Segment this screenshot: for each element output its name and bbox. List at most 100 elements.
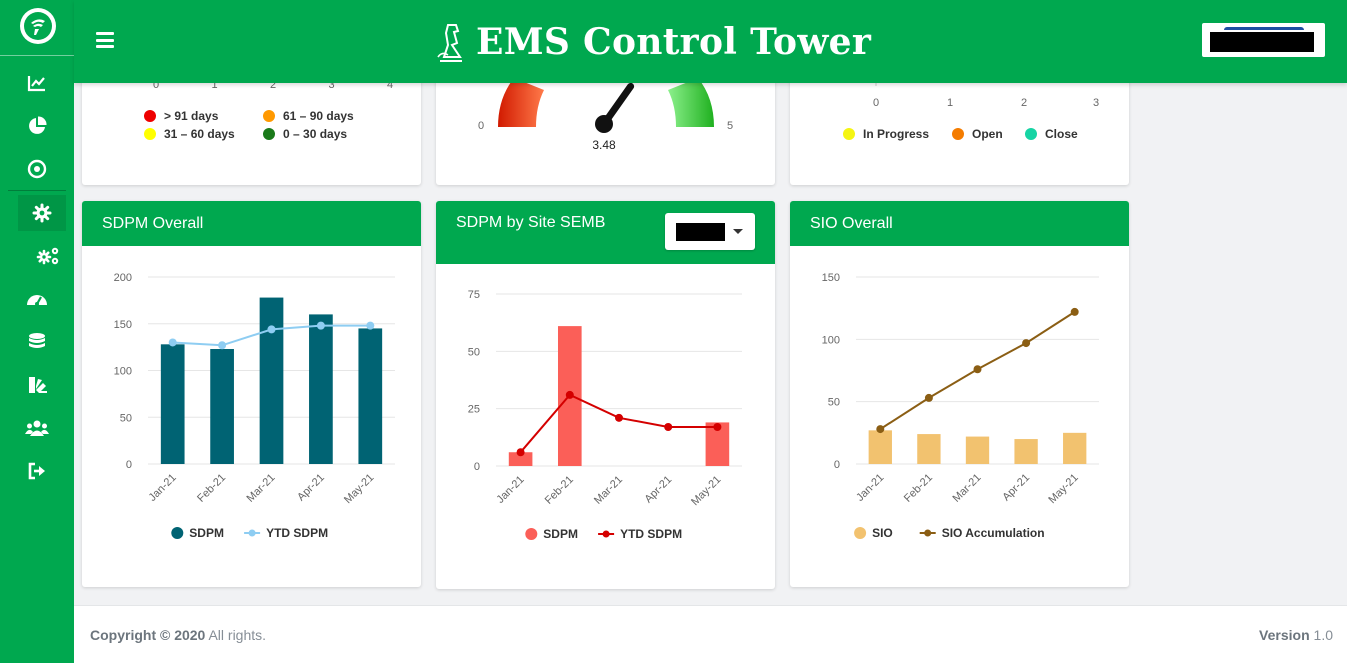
- line-point[interactable]: [615, 413, 623, 422]
- legend-label: YTD SDPM: [266, 526, 328, 540]
- nav-dashboard[interactable]: [13, 281, 61, 317]
- legend-label: Close: [1045, 127, 1078, 141]
- legend-item[interactable]: SIO Accumulation: [919, 526, 1045, 540]
- line-point[interactable]: [218, 341, 227, 350]
- legend-label: > 91 days: [164, 109, 219, 123]
- sdpm-overall-card: SDPM Overall 0 50 100 150 200 Jan-21 Feb-21 Mar…: [82, 201, 421, 587]
- bar[interactable]: [1063, 432, 1087, 464]
- line-point[interactable]: [664, 423, 673, 432]
- app-title: EMS Control Tower: [476, 21, 872, 63]
- axis-tick-label: 0: [873, 97, 879, 109]
- legend-swatch: [854, 527, 867, 539]
- line-point[interactable]: [1022, 339, 1031, 348]
- bar[interactable]: [309, 314, 333, 464]
- bar[interactable]: [1014, 439, 1038, 464]
- app-logo[interactable]: [20, 8, 56, 44]
- hamburger-menu-icon[interactable]: [96, 32, 114, 48]
- line-point[interactable]: [316, 321, 325, 330]
- axis-tick-label: 2: [1021, 97, 1027, 109]
- legend-item[interactable]: SIO: [854, 526, 893, 540]
- line-point[interactable]: [973, 365, 982, 374]
- legend-label: SDPM: [543, 527, 578, 541]
- y-tick-label: 150: [114, 319, 132, 331]
- version-value: 1.0: [1309, 627, 1333, 643]
- legend-swatch: [843, 128, 855, 140]
- legend-item[interactable]: Open: [952, 127, 1003, 141]
- legend-item[interactable]: SDPM: [171, 526, 224, 540]
- nav-database[interactable]: [13, 324, 61, 360]
- line-point[interactable]: [924, 393, 933, 402]
- bar[interactable]: [917, 434, 941, 464]
- line-point[interactable]: [267, 325, 276, 334]
- y-tick-label: 150: [822, 272, 840, 284]
- version-text: Version 1.0: [1259, 627, 1333, 643]
- footer: Copyright © 2020 All rights. Version 1.0: [74, 605, 1347, 663]
- brand: EMS Control Tower: [434, 20, 871, 64]
- chart-legend: SDPM YTD SDPM: [525, 527, 682, 541]
- x-tick-label: May-21: [689, 474, 723, 508]
- card-title: SDPM Overall: [102, 214, 204, 232]
- nav-sign-out[interactable]: [13, 453, 61, 489]
- nav-palette[interactable]: [13, 367, 61, 403]
- legend-swatch: [248, 529, 256, 537]
- bar[interactable]: [210, 348, 234, 464]
- cogs-icon: [36, 247, 59, 265]
- line-point[interactable]: [713, 423, 722, 432]
- bar[interactable]: [160, 344, 185, 464]
- card-header: SDPM Overall: [82, 201, 421, 246]
- x-tick-label: Apr-21: [642, 474, 674, 506]
- bar[interactable]: [259, 297, 284, 464]
- gauge-green-band: [668, 78, 714, 127]
- legend-item[interactable]: YTD SDPM: [244, 526, 328, 540]
- axis-tick-label: 1: [947, 97, 953, 109]
- site-select-dropdown[interactable]: [665, 213, 755, 250]
- sdpm-overall-chart: 0 50 100 150 200 Jan-21 Feb-21 Mar-21 Apr-21 May-…: [114, 272, 395, 540]
- legend-swatch: [924, 529, 932, 537]
- legend-item[interactable]: SDPM: [525, 527, 578, 541]
- database-icon: [29, 333, 45, 348]
- line-point[interactable]: [168, 338, 177, 347]
- legend-swatch: [602, 530, 610, 538]
- sign-out-icon: [28, 462, 45, 480]
- copyright-bold: Copyright © 2020: [90, 627, 206, 643]
- legend-label: 31 – 60 days: [164, 127, 235, 141]
- target-icon: [27, 159, 47, 179]
- bar[interactable]: [358, 328, 383, 464]
- y-tick-label: 25: [468, 404, 480, 416]
- line-point[interactable]: [565, 390, 574, 399]
- chevron-down-icon: [733, 229, 743, 234]
- legend-item[interactable]: Close: [1025, 127, 1078, 141]
- settings-gear-icon: [32, 203, 52, 223]
- x-tick-label: Apr-21: [295, 472, 327, 504]
- line-point[interactable]: [516, 448, 525, 457]
- legend-item[interactable]: > 91 days: [144, 109, 218, 123]
- legend-item[interactable]: 61 – 90 days: [263, 109, 354, 123]
- nav-cogs[interactable]: [24, 238, 72, 274]
- nav-pie-chart[interactable]: [13, 108, 61, 144]
- bar[interactable]: [965, 436, 990, 464]
- x-tick-label: Feb-21: [902, 472, 935, 505]
- x-tick-label: Feb-21: [543, 474, 576, 507]
- axis-tick-label: 3: [1093, 97, 1099, 109]
- sio-overall-card: SIO Overall 0 50 100 150 Jan-21 Feb-21 Mar-21 A…: [790, 201, 1129, 587]
- line-point[interactable]: [1070, 307, 1079, 316]
- sdpm-by-site-card: SDPM by Site SEMB 0 25 50 75 Jan-21 Feb-21 Mar…: [436, 201, 775, 589]
- legend-item[interactable]: 0 – 30 days: [263, 127, 347, 141]
- legend-item[interactable]: YTD SDPM: [598, 527, 682, 541]
- x-tick-label: Jan-21: [147, 472, 179, 504]
- nav-settings[interactable]: [18, 195, 66, 231]
- x-tick-label: Feb-21: [195, 472, 228, 505]
- legend-item[interactable]: In Progress: [843, 127, 929, 141]
- legend-item[interactable]: 31 – 60 days: [144, 127, 235, 141]
- y-tick-label: 50: [120, 412, 132, 424]
- nav-target[interactable]: [13, 151, 61, 187]
- line-point[interactable]: [366, 321, 375, 330]
- line-point[interactable]: [876, 425, 885, 434]
- control-tower-logo-icon: [437, 24, 462, 62]
- bar[interactable]: [868, 430, 892, 464]
- legend-label: 61 – 90 days: [283, 109, 354, 123]
- nav-users[interactable]: [13, 410, 61, 446]
- user-account-button[interactable]: [1202, 23, 1325, 57]
- copyright-rest: All rights.: [205, 627, 267, 643]
- nav-line-chart[interactable]: [13, 65, 61, 101]
